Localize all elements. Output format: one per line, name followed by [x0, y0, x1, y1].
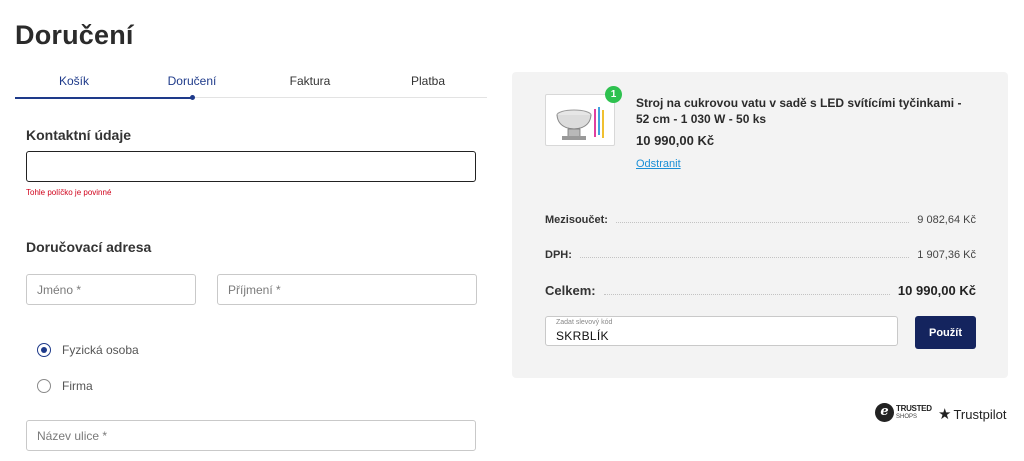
email-error-message: Tohle políčko je povinné	[26, 188, 112, 197]
apply-coupon-button[interactable]: Použít	[915, 316, 976, 349]
vat-value: 1 907,36 Kč	[917, 249, 976, 261]
radio-company-circle[interactable]	[37, 379, 51, 393]
step-cart[interactable]: Košík	[15, 72, 133, 97]
checkout-steps: Košík Doručení Faktura Platba	[15, 72, 487, 100]
coupon-field[interactable]: Zadat slevový kód	[545, 316, 898, 346]
total-row: Celkem: 10 990,00 Kč	[545, 283, 976, 298]
vat-row: DPH: 1 907,36 Kč	[545, 249, 976, 261]
coupon-input[interactable]	[556, 329, 886, 343]
trusted-shops-line2: SHOPS	[896, 413, 918, 420]
trustpilot-label: Trustpilot	[953, 406, 1007, 422]
product-price: 10 990,00 Kč	[636, 133, 715, 148]
cotton-candy-machine-icon	[556, 107, 604, 140]
address-heading: Doručovací adresa	[26, 239, 152, 255]
last-name-input[interactable]	[217, 274, 477, 305]
page-title: Doručení	[15, 20, 134, 50]
subtotal-row: Mezisoučet: 9 082,64 Kč	[545, 214, 976, 226]
quantity-badge: 1	[605, 86, 622, 103]
product-thumbnail[interactable]	[545, 94, 615, 146]
order-summary: 1 Stroj na cukrovou vatu v sadě s LED sv…	[512, 72, 1008, 378]
product-name: Stroj na cukrovou vatu v sadě s LED svít…	[636, 96, 962, 126]
radio-individual[interactable]: Fyzická osoba	[37, 343, 139, 357]
trusted-shops-e-icon: e	[875, 403, 894, 422]
coupon-label: Zadat slevový kód	[556, 319, 613, 326]
total-dots	[603, 294, 890, 295]
radio-company-label: Firma	[62, 379, 93, 393]
subtotal-dots	[615, 222, 910, 223]
steps-progress-bar	[15, 97, 193, 99]
radio-company[interactable]: Firma	[37, 379, 93, 393]
radio-individual-circle[interactable]	[37, 343, 51, 357]
trusted-shops-text: TRUSTED SHOPS	[896, 403, 932, 421]
remove-product-link[interactable]: Odstranit	[636, 158, 681, 170]
step-payment[interactable]: Platba	[369, 72, 487, 97]
first-name-input[interactable]	[26, 274, 196, 305]
total-label: Celkem:	[545, 283, 596, 298]
total-value: 10 990,00 Kč	[897, 283, 976, 298]
vat-dots	[579, 257, 910, 258]
step-invoice[interactable]: Faktura	[251, 72, 369, 97]
subtotal-value: 9 082,64 Kč	[917, 214, 976, 226]
step-delivery[interactable]: Doručení	[133, 72, 251, 97]
radio-individual-label: Fyzická osoba	[62, 343, 139, 357]
trusted-shops-badge[interactable]: e TRUSTED SHOPS	[875, 403, 932, 422]
email-field[interactable]	[26, 151, 476, 182]
trustpilot-star-icon: ★	[938, 406, 952, 423]
trustpilot-badge[interactable]: ★ Trustpilot	[938, 405, 1006, 423]
street-input[interactable]	[26, 420, 476, 451]
steps-progress-dot	[190, 95, 195, 100]
vat-label: DPH:	[545, 249, 572, 261]
contact-heading: Kontaktní údaje	[26, 127, 132, 143]
trusted-shops-line1: TRUSTED	[896, 403, 932, 413]
subtotal-label: Mezisoučet:	[545, 214, 608, 226]
